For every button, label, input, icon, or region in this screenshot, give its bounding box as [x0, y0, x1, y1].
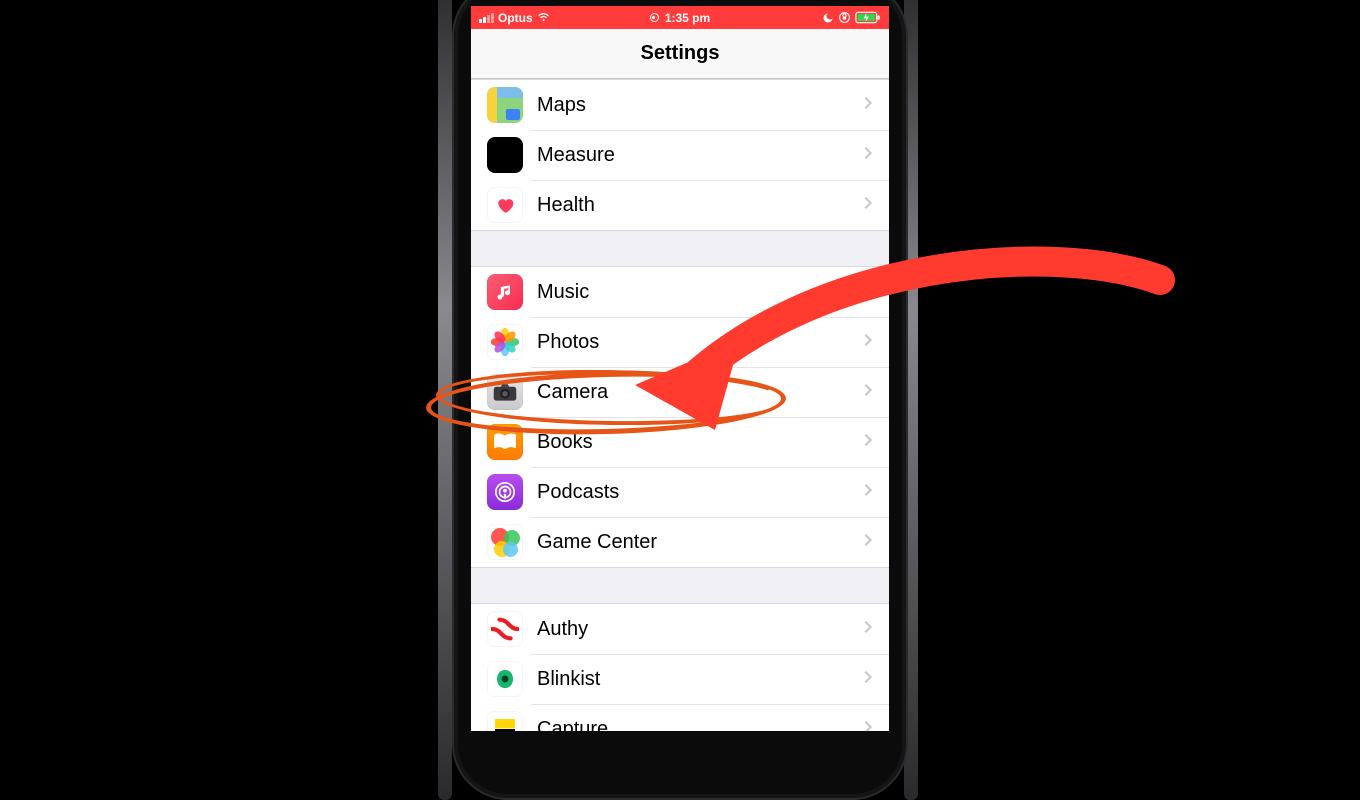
chevron-right-icon: [863, 196, 873, 215]
row-label: Authy: [537, 618, 863, 641]
maps-icon: [487, 87, 523, 123]
chevron-right-icon: [863, 383, 873, 402]
settings-row-photos[interactable]: Photos: [471, 317, 889, 367]
page-title: Settings: [641, 42, 720, 65]
chevron-right-icon: [863, 283, 873, 302]
chevron-right-icon: [863, 720, 873, 732]
game-center-icon: [487, 524, 523, 560]
settings-row-capture[interactable]: Capture: [471, 704, 889, 731]
podcasts-icon: [487, 474, 523, 510]
chevron-right-icon: [863, 433, 873, 452]
status-center: 1:35 pm: [471, 11, 889, 25]
photos-icon: [487, 324, 523, 360]
section-gap: [471, 568, 889, 603]
chevron-right-icon: [863, 483, 873, 502]
row-label: Maps: [537, 94, 863, 117]
capture-icon: [487, 711, 523, 731]
recording-indicator-icon: [650, 13, 659, 22]
settings-row-music[interactable]: Music: [471, 267, 889, 317]
settings-row-game-center[interactable]: Game Center: [471, 517, 889, 567]
row-label: Game Center: [537, 531, 863, 554]
authy-icon: [487, 611, 523, 647]
nav-header: Settings: [471, 29, 889, 79]
settings-group-system-apps: Maps Measure Health: [471, 79, 889, 231]
row-label: Capture: [537, 718, 863, 732]
row-label: Music: [537, 281, 863, 304]
row-label: Measure: [537, 144, 863, 167]
measure-icon: [487, 137, 523, 173]
settings-row-podcasts[interactable]: Podcasts: [471, 467, 889, 517]
health-icon: [487, 187, 523, 223]
camera-icon: [487, 374, 523, 410]
row-label: Podcasts: [537, 481, 863, 504]
music-icon: [487, 274, 523, 310]
row-label: Blinkist: [537, 668, 863, 691]
chevron-right-icon: [863, 146, 873, 165]
settings-row-maps[interactable]: Maps: [471, 80, 889, 130]
settings-row-authy[interactable]: Authy: [471, 604, 889, 654]
clock-label: 1:35 pm: [665, 11, 710, 25]
row-label: Camera: [537, 381, 863, 404]
row-label: Photos: [537, 331, 863, 354]
chevron-right-icon: [863, 96, 873, 115]
row-label: Health: [537, 194, 863, 217]
blinkist-icon: [487, 661, 523, 697]
row-label: Books: [537, 431, 863, 454]
settings-row-blinkist[interactable]: Blinkist: [471, 654, 889, 704]
settings-row-books[interactable]: Books: [471, 417, 889, 467]
section-gap: [471, 231, 889, 266]
chevron-right-icon: [863, 620, 873, 639]
settings-row-measure[interactable]: Measure: [471, 130, 889, 180]
phone-screen: Optus 1:35 pm: [471, 6, 889, 731]
chevron-right-icon: [863, 533, 873, 552]
phone-left-rail: [438, 0, 452, 800]
settings-row-camera[interactable]: Camera: [471, 367, 889, 417]
status-bar: Optus 1:35 pm: [471, 6, 889, 29]
settings-group-third-party-apps: Authy Blinkist Capture: [471, 603, 889, 731]
chevron-right-icon: [863, 670, 873, 689]
chevron-right-icon: [863, 333, 873, 352]
books-icon: [487, 424, 523, 460]
settings-group-media-apps: Music Photos: [471, 266, 889, 568]
settings-row-health[interactable]: Health: [471, 180, 889, 230]
phone-frame: Optus 1:35 pm: [452, 0, 908, 800]
